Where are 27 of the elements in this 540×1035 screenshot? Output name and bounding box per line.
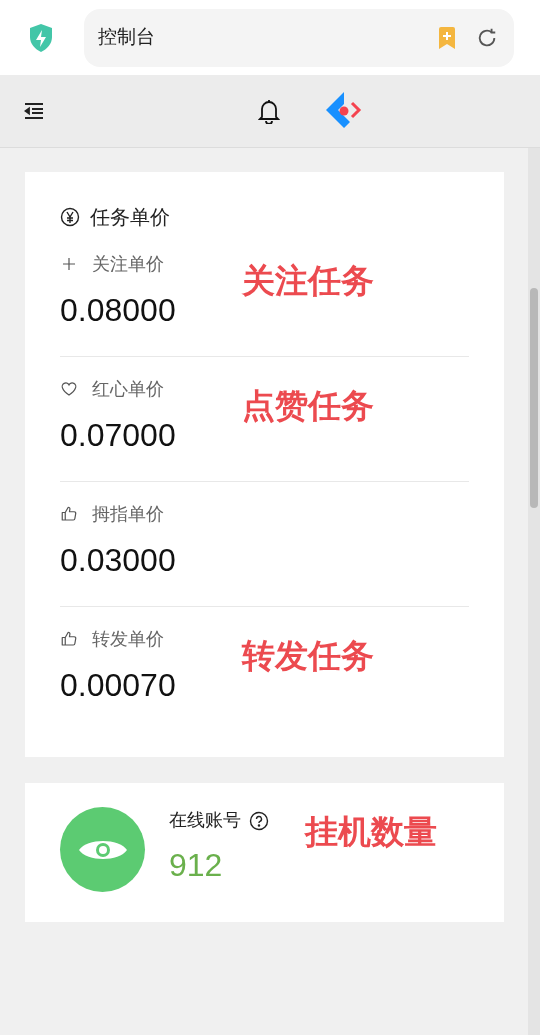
price-label: 红心单价	[92, 377, 164, 401]
annotation-text: 关注任务	[242, 261, 374, 300]
price-label: 转发单价	[92, 627, 164, 651]
thumbs-up-icon	[60, 630, 78, 648]
price-value: 0.03000	[60, 541, 177, 580]
page-title: 控制台	[98, 25, 156, 50]
price-value: 0.00070	[60, 666, 177, 705]
collapse-menu-icon[interactable]	[24, 102, 44, 120]
card-title: 任务单价	[90, 205, 170, 230]
address-field[interactable]: 控制台	[84, 8, 514, 67]
plus-icon	[60, 255, 78, 273]
bell-icon[interactable]	[258, 98, 280, 124]
heart-icon	[60, 380, 78, 398]
online-accounts-count: 912	[169, 846, 224, 884]
price-label: 关注单价	[92, 252, 164, 276]
thumbs-up-icon	[60, 505, 78, 523]
refresh-icon[interactable]	[476, 26, 498, 49]
scrollbar[interactable]	[528, 148, 540, 1035]
price-label: 拇指单价	[92, 502, 164, 526]
price-value: 0.08000	[60, 291, 177, 330]
yen-icon	[60, 207, 80, 227]
annotation-text: 挂机数量	[305, 812, 437, 851]
price-value: 0.07000	[60, 416, 177, 455]
help-icon[interactable]	[249, 810, 269, 831]
annotation-text: 转发任务	[242, 636, 374, 675]
annotation-text: 点赞任务	[242, 386, 374, 425]
online-accounts-label: 在线账号	[169, 809, 241, 832]
